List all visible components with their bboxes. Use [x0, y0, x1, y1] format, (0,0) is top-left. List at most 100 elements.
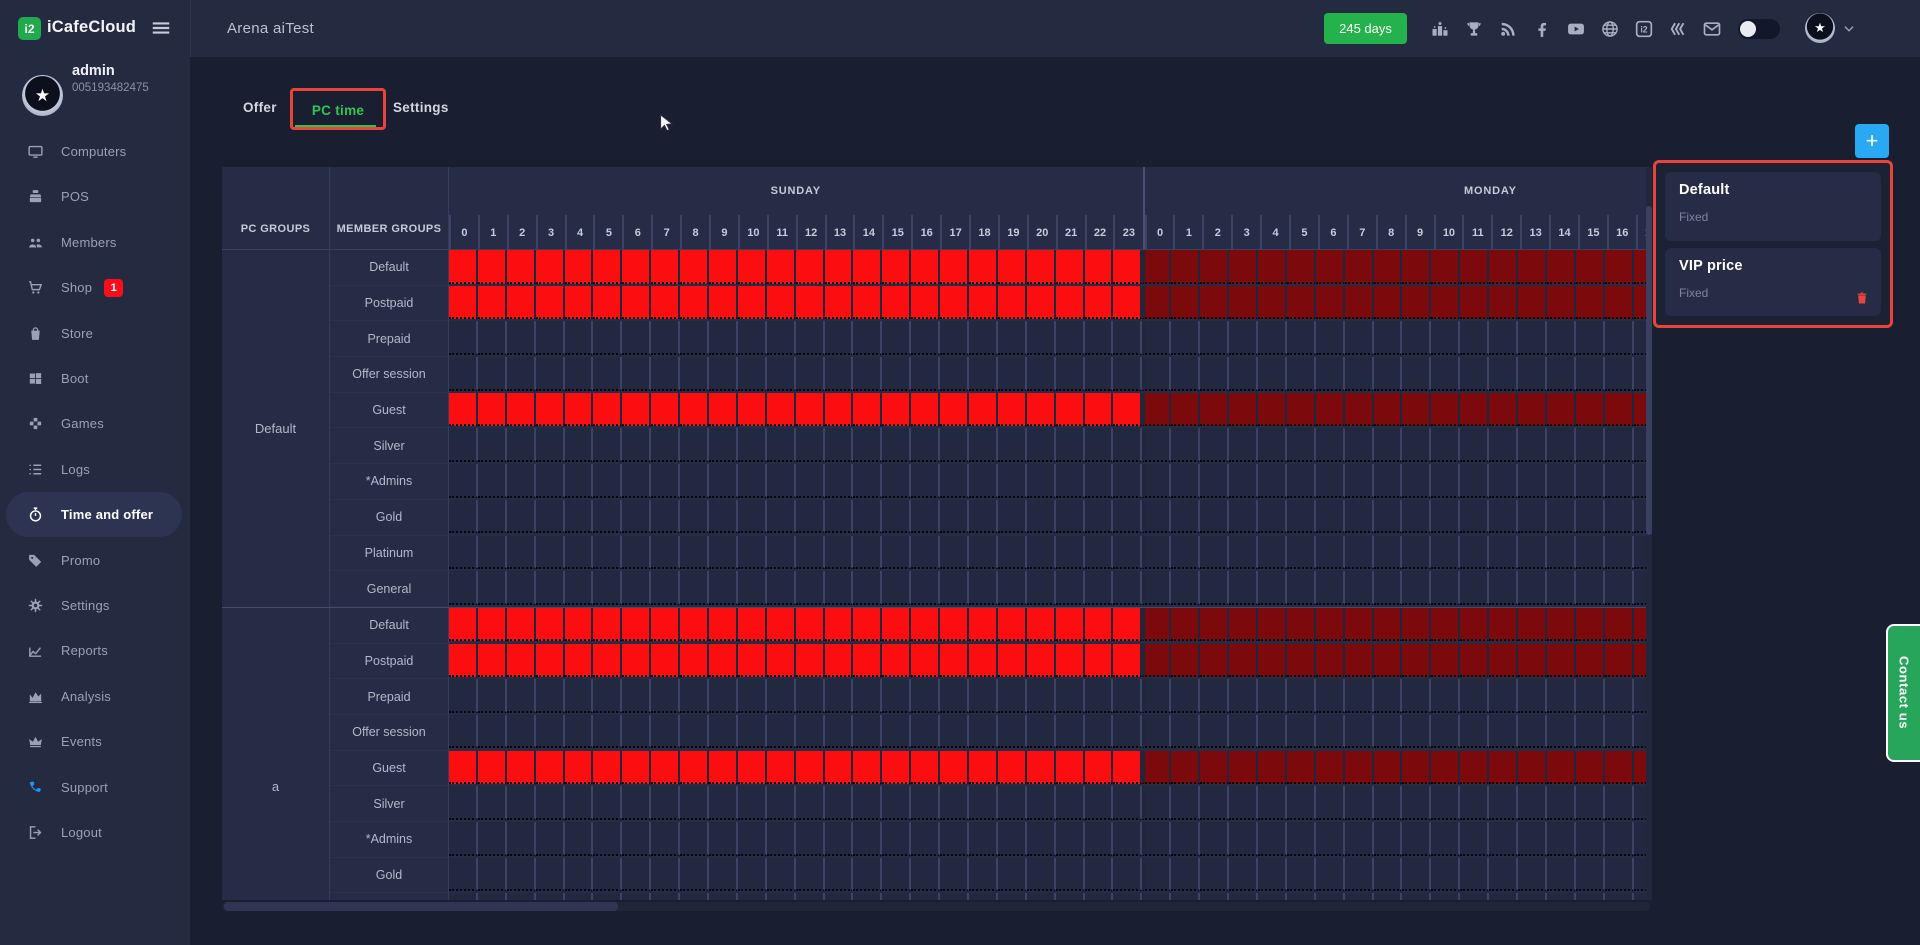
schedule-cell[interactable]: [536, 393, 565, 427]
schedule-cell[interactable]: [1489, 571, 1518, 605]
schedule-cell[interactable]: [1518, 679, 1547, 713]
schedule-cell[interactable]: [882, 715, 911, 749]
schedule-cell[interactable]: [882, 751, 911, 785]
schedule-cell[interactable]: [449, 428, 478, 462]
schedule-cell[interactable]: [1518, 644, 1547, 678]
schedule-cell[interactable]: [998, 858, 1027, 892]
schedule-cell[interactable]: [1085, 786, 1114, 820]
schedule-cell[interactable]: [1085, 500, 1114, 534]
schedule-cell[interactable]: [1345, 715, 1374, 749]
schedule-cell[interactable]: [796, 644, 825, 678]
vertical-scrollbar-thumb[interactable]: [1646, 206, 1652, 535]
schedule-cell[interactable]: [911, 608, 940, 642]
schedule-cell[interactable]: [1576, 679, 1605, 713]
schedule-cell[interactable]: [1402, 679, 1431, 713]
trophy-icon[interactable]: [1464, 19, 1484, 39]
schedule-cell[interactable]: [507, 644, 536, 678]
schedule-cell[interactable]: [565, 286, 594, 320]
sidebar-item-logs[interactable]: Logs: [0, 447, 190, 492]
schedule-cell[interactable]: [565, 786, 594, 820]
schedule-cell[interactable]: [1316, 428, 1345, 462]
schedule-cell[interactable]: [1518, 286, 1547, 320]
trash-icon[interactable]: [1855, 290, 1869, 306]
schedule-cell[interactable]: [969, 679, 998, 713]
schedule-cell[interactable]: [1431, 608, 1460, 642]
schedule-cell[interactable]: [940, 679, 969, 713]
schedule-cell[interactable]: [622, 751, 651, 785]
schedule-cell[interactable]: [1056, 715, 1085, 749]
schedule-cell[interactable]: [1547, 822, 1576, 856]
schedule-cell[interactable]: [1287, 321, 1316, 355]
schedule-cell[interactable]: [1316, 321, 1345, 355]
schedule-cell[interactable]: [1576, 715, 1605, 749]
schedule-cell[interactable]: [1056, 822, 1085, 856]
schedule-cell[interactable]: [1576, 608, 1605, 642]
schedule-cell[interactable]: [1547, 536, 1576, 570]
schedule-cell[interactable]: [565, 893, 594, 900]
schedule-cell[interactable]: [593, 608, 622, 642]
schedule-cell[interactable]: [1258, 357, 1287, 391]
schedule-cell[interactable]: [1576, 644, 1605, 678]
schedule-cell[interactable]: [709, 357, 738, 391]
schedule-cell[interactable]: [1056, 608, 1085, 642]
globe-icon[interactable]: [1600, 19, 1620, 39]
schedule-cell[interactable]: [1258, 571, 1287, 605]
schedule-cell[interactable]: [1374, 715, 1403, 749]
schedule-cell[interactable]: [1027, 536, 1056, 570]
schedule-cell[interactable]: [1402, 250, 1431, 284]
schedule-cell[interactable]: [969, 786, 998, 820]
schedule-cell[interactable]: [767, 751, 796, 785]
schedule-cell[interactable]: [1200, 464, 1229, 498]
schedule-cell[interactable]: [593, 464, 622, 498]
schedule-cell[interactable]: [1316, 822, 1345, 856]
schedule-cell[interactable]: [1027, 822, 1056, 856]
rss-icon[interactable]: [1498, 19, 1518, 39]
ranking-icon[interactable]: [1430, 19, 1450, 39]
schedule-cell[interactable]: [1605, 715, 1634, 749]
schedule-cell[interactable]: [536, 679, 565, 713]
schedule-cell[interactable]: [796, 786, 825, 820]
schedule-cell[interactable]: [940, 357, 969, 391]
schedule-cell[interactable]: [1547, 571, 1576, 605]
schedule-cell[interactable]: [882, 608, 911, 642]
schedule-cell[interactable]: [738, 500, 767, 534]
schedule-cell[interactable]: [709, 751, 738, 785]
schedule-cell[interactable]: [998, 500, 1027, 534]
schedule-cell[interactable]: [1056, 786, 1085, 820]
schedule-cell[interactable]: [651, 644, 680, 678]
schedule-cell[interactable]: [507, 321, 536, 355]
schedule-cell[interactable]: [622, 536, 651, 570]
schedule-cell[interactable]: [680, 321, 709, 355]
schedule-cell[interactable]: [882, 321, 911, 355]
schedule-cell[interactable]: [825, 751, 854, 785]
schedule-cell[interactable]: [940, 286, 969, 320]
schedule-cell[interactable]: [825, 679, 854, 713]
schedule-cell[interactable]: [998, 393, 1027, 427]
schedule-cell[interactable]: [709, 679, 738, 713]
schedule-cell[interactable]: [593, 357, 622, 391]
schedule-cell[interactable]: [1345, 536, 1374, 570]
chevron-down-icon[interactable]: [1842, 22, 1856, 36]
schedule-cell[interactable]: [1056, 893, 1085, 900]
schedule-cell[interactable]: [1056, 393, 1085, 427]
schedule-cell[interactable]: [536, 608, 565, 642]
schedule-cell[interactable]: [565, 428, 594, 462]
schedule-cell[interactable]: [478, 679, 507, 713]
schedule-cell[interactable]: [998, 428, 1027, 462]
schedule-cell[interactable]: [680, 571, 709, 605]
schedule-cell[interactable]: [1200, 250, 1229, 284]
schedule-cell[interactable]: [1402, 751, 1431, 785]
schedule-cell[interactable]: [1027, 500, 1056, 534]
schedule-cell[interactable]: [1460, 715, 1489, 749]
schedule-cell[interactable]: [969, 357, 998, 391]
schedule-cell[interactable]: [565, 679, 594, 713]
schedule-cell[interactable]: [911, 893, 940, 900]
schedule-cell[interactable]: [709, 858, 738, 892]
schedule-cell[interactable]: [998, 321, 1027, 355]
schedule-cell[interactable]: [565, 464, 594, 498]
schedule-cell[interactable]: [1518, 321, 1547, 355]
schedule-cell[interactable]: [1402, 428, 1431, 462]
schedule-cell[interactable]: [1287, 357, 1316, 391]
schedule-cell[interactable]: [1200, 571, 1229, 605]
schedule-cell[interactable]: [593, 571, 622, 605]
